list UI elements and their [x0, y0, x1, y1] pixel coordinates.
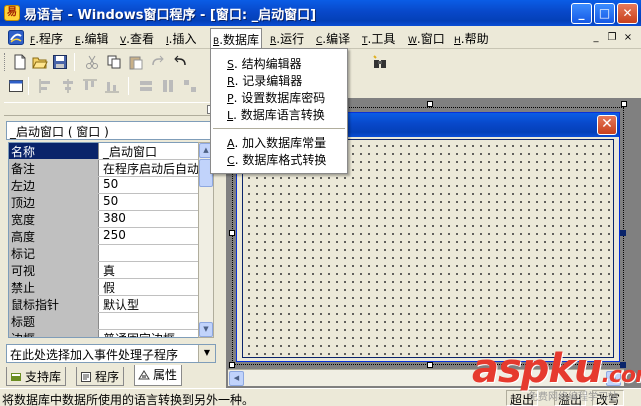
menu-item-language-convert[interactable]: L. 数据库语言转换 [227, 106, 325, 123]
object-selector-value: _启动窗口 ( 窗口 ) [10, 125, 109, 139]
redo-icon[interactable] [150, 54, 166, 70]
form-close-icon[interactable]: ✕ [597, 115, 617, 135]
property-row[interactable]: 宽度 380 [9, 211, 205, 228]
property-row[interactable]: 顶边 50 [9, 194, 205, 211]
undo-icon[interactable] [172, 54, 188, 70]
resize-handle[interactable] [427, 362, 433, 368]
app-menu-icon[interactable] [8, 30, 24, 45]
save-icon[interactable] [52, 54, 68, 70]
paste-icon[interactable] [128, 54, 144, 70]
title-bar: 易 易语言 - Windows窗口程序 - [窗口: _启动窗口] _ □ ✕ [0, 0, 641, 26]
binoculars-icon[interactable] [372, 54, 388, 70]
copy-icon[interactable] [106, 54, 122, 70]
new-file-icon[interactable] [12, 54, 28, 70]
property-row[interactable]: 标记 [9, 245, 205, 262]
align-bottom-icon[interactable] [104, 78, 120, 94]
resize-handle[interactable] [621, 101, 627, 107]
menu-database[interactable]: B.数据库 [210, 28, 263, 49]
properties-icon [138, 370, 150, 380]
menu-window[interactable]: W.窗口 [406, 30, 447, 46]
watermark-logo: aspku.com [472, 346, 641, 392]
toolbar-separator [74, 53, 75, 71]
database-menu: S. 结构编辑器 R. 记录编辑器 P. 设置数据库密码 L. 数据库语言转换 … [210, 48, 348, 174]
same-width-icon[interactable] [138, 78, 154, 94]
menu-item-record-editor[interactable]: R. 记录编辑器 [227, 72, 302, 89]
tab-support-library[interactable]: 支持库 [6, 367, 67, 386]
resize-handle[interactable] [229, 230, 235, 236]
status-message: 将数据库中数据所使用的语言转换到另外一种。 [2, 393, 255, 406]
menu-item-format-convert[interactable]: C. 数据库格式转换 [227, 151, 326, 168]
menu-view[interactable]: V.查看 [118, 30, 156, 46]
scroll-down-icon[interactable]: ▼ [199, 322, 213, 337]
mdi-restore-button[interactable]: ❐ [606, 32, 618, 44]
property-row[interactable]: 标题 [9, 313, 205, 330]
menu-help[interactable]: H.帮助 [452, 30, 491, 46]
menu-separator [213, 128, 345, 129]
menu-tools[interactable]: T.工具 [360, 30, 397, 46]
form-icon[interactable] [8, 78, 24, 94]
property-row[interactable]: 可视真 [9, 262, 205, 279]
toolbar-separator [128, 77, 129, 95]
watermark-subtitle: 免费网络编程学习站 [528, 392, 618, 403]
toolbar-grip[interactable] [4, 53, 7, 71]
scroll-left-icon[interactable]: ◀ [229, 371, 244, 386]
property-row[interactable]: 高度 250 [9, 228, 205, 245]
panel-tabs: 支持库 程序 属性 [6, 365, 216, 387]
align-left-icon[interactable] [38, 78, 54, 94]
cut-icon[interactable] [84, 54, 100, 70]
menu-insert[interactable]: I.插入 [164, 30, 198, 46]
menu-item-set-password[interactable]: P. 设置数据库密码 [227, 89, 325, 106]
panel-header [4, 102, 218, 116]
menu-item-add-constant[interactable]: A. 加入数据库常量 [227, 134, 326, 151]
property-row[interactable]: 备注 在程序启动后自动 [9, 160, 205, 177]
property-grid: 名称 _启动窗口 备注 在程序启动后自动 左边 50 顶边 50 宽度 380 高度 250… [8, 142, 206, 338]
event-selector[interactable]: 在此处选择加入事件处理子程序 ▼ [6, 344, 216, 363]
object-selector[interactable]: _启动窗口 ( 窗口 ) [6, 121, 216, 140]
tab-program[interactable]: 程序 [76, 367, 125, 386]
menu-bar: F.程序 E.编辑 V.查看 I.插入 B.数据库 R.运行 C.编译 T.工具… [0, 26, 641, 49]
close-button[interactable]: ✕ [617, 3, 638, 24]
app-icon: 易 [4, 5, 20, 21]
minimize-button[interactable]: _ [571, 3, 592, 24]
menu-edit[interactable]: E.编辑 [73, 30, 111, 46]
menu-compile[interactable]: C.编译 [314, 30, 352, 46]
mdi-minimize-button[interactable]: _ [590, 32, 602, 44]
chevron-down-icon[interactable]: ▼ [198, 345, 215, 362]
property-row[interactable]: 禁止假 [9, 279, 205, 296]
property-row[interactable]: 左边 50 [9, 177, 205, 194]
align-top-icon[interactable] [82, 78, 98, 94]
menu-item-structure-editor[interactable]: S. 结构编辑器 [227, 55, 302, 72]
program-icon [81, 372, 91, 382]
resize-handle[interactable] [427, 101, 433, 107]
property-row[interactable]: 名称 _启动窗口 [9, 143, 205, 160]
align-center-icon[interactable] [60, 78, 76, 94]
menu-program[interactable]: F.程序 [28, 30, 65, 46]
library-icon [11, 373, 21, 381]
maximize-button[interactable]: □ [594, 3, 615, 24]
open-folder-icon[interactable] [32, 54, 48, 70]
same-height-icon[interactable] [160, 78, 176, 94]
mdi-close-button[interactable]: × [622, 32, 634, 44]
event-selector-value: 在此处选择加入事件处理子程序 [10, 348, 179, 362]
resize-handle[interactable] [620, 230, 626, 236]
menu-run[interactable]: R.运行 [268, 30, 306, 46]
property-row[interactable]: 鼠标指针 默认型 [9, 296, 205, 313]
property-row[interactable]: 边框普通固定边框 [9, 330, 205, 337]
toolbar-separator [28, 77, 29, 95]
same-size-icon[interactable] [182, 78, 198, 94]
window-title: 易语言 - Windows窗口程序 - [窗口: _启动窗口] [24, 8, 317, 23]
tab-properties[interactable]: 属性 [134, 365, 183, 386]
resize-handle[interactable] [229, 362, 235, 368]
